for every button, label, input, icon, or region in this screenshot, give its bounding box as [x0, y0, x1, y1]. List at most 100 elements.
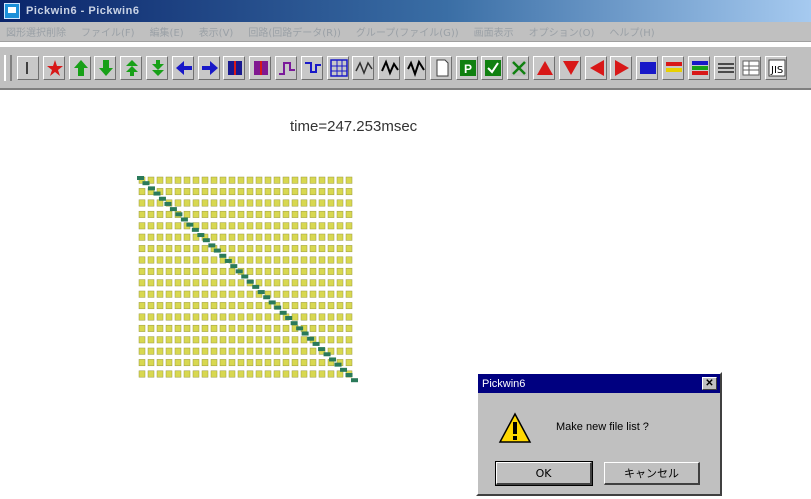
cancel-button[interactable]: キャンセル — [604, 462, 700, 485]
matrix-cell — [165, 210, 173, 218]
diagonal-cell — [164, 201, 172, 206]
matrix-cell — [165, 267, 173, 275]
matrix-cell — [327, 290, 335, 298]
matrix-cell — [309, 267, 317, 275]
matrix-cell — [138, 210, 146, 218]
matrix-cell — [345, 313, 353, 321]
matrix-cell — [228, 279, 236, 287]
matrix-cell — [237, 336, 245, 344]
matrix-cell — [273, 188, 281, 196]
matrix-cell — [156, 176, 164, 184]
matrix-cell — [264, 324, 272, 332]
diagonal-cell — [285, 315, 293, 320]
matrix-cell — [210, 336, 218, 344]
matrix-cell — [273, 233, 281, 241]
matrix-cell — [228, 347, 236, 355]
matrix-cell — [327, 267, 335, 275]
ok-button[interactable]: OK — [495, 461, 593, 486]
matrix-cell — [228, 267, 236, 275]
diagonal-cell — [257, 290, 265, 295]
matrix-cell — [201, 359, 209, 367]
diagonal-cell — [147, 186, 155, 191]
matrix-cell — [282, 290, 290, 298]
matrix-cell — [237, 233, 245, 241]
matrix-cell — [309, 370, 317, 378]
matrix-cell — [282, 279, 290, 287]
matrix-cell — [147, 267, 155, 275]
matrix-cell — [282, 324, 290, 332]
matrix-cell — [237, 279, 245, 287]
matrix-cell — [192, 313, 200, 321]
diagonal-cell — [230, 264, 238, 269]
matrix-cell — [246, 313, 254, 321]
matrix-cell — [237, 256, 245, 264]
matrix-cell — [282, 176, 290, 184]
matrix-cell — [255, 359, 263, 367]
matrix-cell — [201, 370, 209, 378]
matrix-cell — [327, 313, 335, 321]
matrix-cell — [147, 336, 155, 344]
matrix-cell — [174, 347, 182, 355]
matrix-cell — [327, 370, 335, 378]
diagonal-cell — [169, 207, 177, 212]
matrix-cell — [291, 245, 299, 253]
matrix-cell — [273, 222, 281, 230]
matrix-cell — [273, 267, 281, 275]
dialog-message: Make new file list ? — [556, 421, 649, 433]
matrix-cell — [309, 222, 317, 230]
matrix-cell — [309, 279, 317, 287]
matrix-cell — [183, 176, 191, 184]
matrix-cell — [210, 302, 218, 310]
matrix-cell — [318, 245, 326, 253]
matrix-cell — [165, 245, 173, 253]
matrix-cell — [192, 267, 200, 275]
matrix-cell — [273, 370, 281, 378]
matrix-cell — [201, 279, 209, 287]
matrix-cell — [264, 347, 272, 355]
matrix-cell — [138, 279, 146, 287]
matrix-cell — [282, 336, 290, 344]
matrix-cell — [228, 176, 236, 184]
matrix-cell — [183, 188, 191, 196]
matrix-cell — [273, 313, 281, 321]
matrix-cell — [183, 256, 191, 264]
matrix-cell — [255, 176, 263, 184]
matrix-cell — [327, 188, 335, 196]
matrix-cell — [327, 245, 335, 253]
matrix-cell — [228, 324, 236, 332]
matrix-cell — [156, 290, 164, 298]
matrix-cell — [138, 359, 146, 367]
matrix-cell — [192, 279, 200, 287]
matrix-cell — [255, 256, 263, 264]
matrix-cell — [318, 324, 326, 332]
matrix-cell — [147, 279, 155, 287]
matrix-cell — [345, 290, 353, 298]
matrix-cell — [165, 359, 173, 367]
matrix-cell — [138, 324, 146, 332]
matrix-cell — [291, 347, 299, 355]
matrix-cell — [156, 245, 164, 253]
matrix-cell — [300, 199, 308, 207]
matrix-cell — [291, 267, 299, 275]
matrix-cell — [201, 210, 209, 218]
matrix-cell — [318, 359, 326, 367]
matrix-cell — [291, 176, 299, 184]
matrix-cell — [174, 313, 182, 321]
matrix-cell — [282, 233, 290, 241]
matrix-cell — [192, 359, 200, 367]
matrix-cell — [210, 210, 218, 218]
matrix-cell — [192, 188, 200, 196]
matrix-cell — [246, 199, 254, 207]
matrix-cell — [345, 256, 353, 264]
matrix-cell — [156, 324, 164, 332]
matrix-cell — [291, 188, 299, 196]
matrix-cell — [309, 188, 317, 196]
matrix-cell — [228, 302, 236, 310]
matrix-cell — [183, 233, 191, 241]
matrix-cell — [327, 199, 335, 207]
matrix-cell — [255, 233, 263, 241]
matrix-cell — [318, 279, 326, 287]
matrix-cell — [282, 267, 290, 275]
close-icon[interactable]: ✕ — [702, 377, 717, 390]
matrix-cell — [219, 290, 227, 298]
